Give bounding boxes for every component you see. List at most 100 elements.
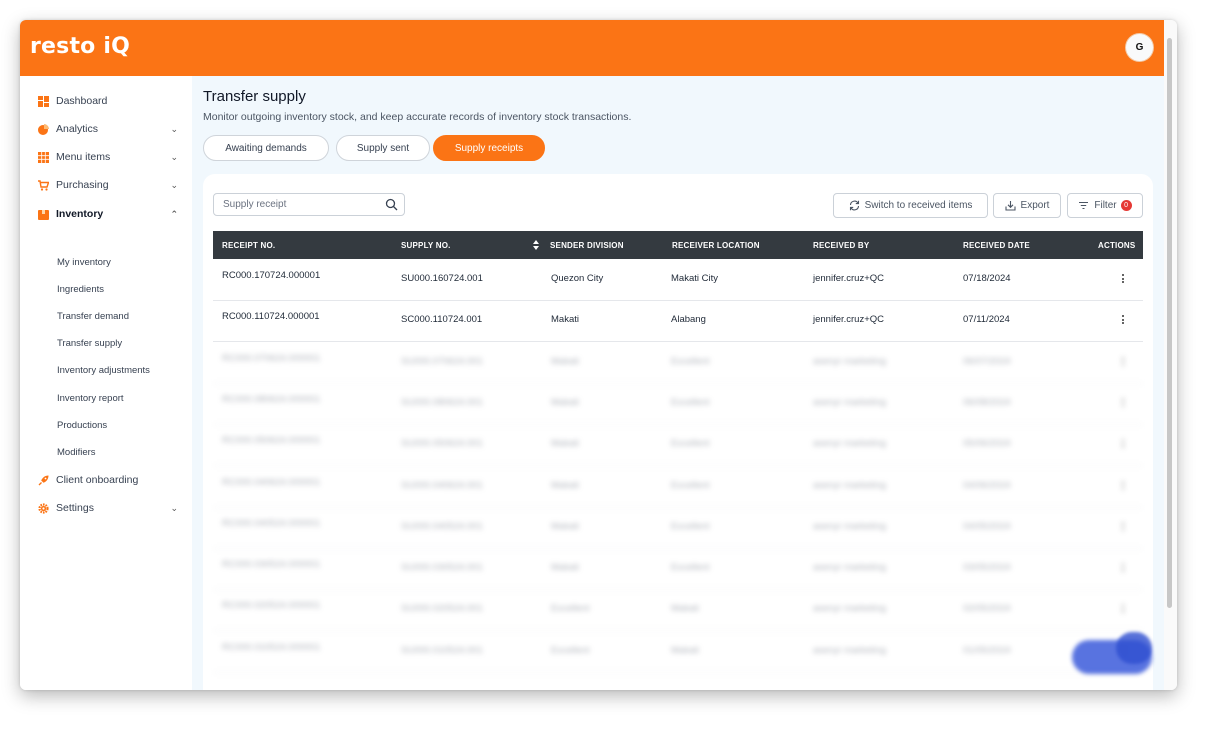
sidebar-item-label: Menu items: [56, 151, 111, 163]
col-actions: ACTIONS: [1098, 241, 1136, 250]
table-cell: asenyr marketing: [813, 355, 886, 367]
sidebar-item-menu-items[interactable]: Menu items ⌄: [38, 147, 178, 167]
chevron-down-icon: ⌄: [170, 502, 178, 513]
table-cell: RC000.040624.000001: [222, 476, 321, 488]
app-logo[interactable]: resto iQ: [30, 34, 130, 59]
table-cell: Excellent: [671, 520, 710, 532]
switch-to-received-items-button[interactable]: Switch to received items: [833, 193, 988, 218]
sidebar-subitem-transfer-demand[interactable]: Transfer demand: [57, 311, 129, 322]
table-cell: Makati: [551, 438, 579, 450]
table-row[interactable]: RC000.030524.000001 SU000.030524.001 Makat…: [213, 548, 1143, 591]
table-row[interactable]: RC000.080624.000001 SU000.080624.001 Makat…: [213, 383, 1143, 425]
row-actions-menu-icon[interactable]: [1122, 439, 1124, 450]
sidebar-item-dashboard[interactable]: Dashboard: [38, 91, 178, 111]
table-row[interactable]: RC000.040524.000001 SU000.040524.001 Makat…: [213, 507, 1143, 549]
row-actions-menu-icon[interactable]: [1122, 397, 1124, 409]
table-row[interactable]: RC000.110724.000001 SC000.110724.001 Makat…: [213, 300, 1143, 343]
sidebar-item-label: Settings: [56, 502, 94, 514]
sidebar-subitem-inventory-adjustments[interactable]: Inventory adjustments: [57, 365, 150, 376]
table-cell: SU000.040624.001: [401, 479, 483, 491]
table-cell: Excellent: [551, 644, 590, 656]
table-row[interactable]: RC000.170724.000001 SU000.160724.001 Quezo…: [213, 259, 1143, 301]
sidebar-subitem-ingredients[interactable]: Ingredients: [57, 284, 104, 295]
table-cell: RC000.010524.000001: [222, 641, 321, 653]
cart-icon: [38, 179, 49, 191]
tab-supply-receipts[interactable]: Supply receipts: [433, 135, 545, 161]
table-row[interactable]: RC000.070624.000001 SU000.070624.001 Makat…: [213, 342, 1143, 384]
table-cell: RC000.050624.000001: [222, 435, 321, 447]
table-cell: 05/06/2024: [963, 438, 1011, 450]
sidebar-subitem-transfer-supply[interactable]: Transfer supply: [57, 338, 122, 349]
sidebar-subitem-productions[interactable]: Productions: [57, 420, 107, 431]
tab-awaiting-demands[interactable]: Awaiting demands: [203, 135, 329, 161]
sidebar-subitem-my-inventory[interactable]: My inventory: [57, 257, 111, 268]
sidebar-item-label: Dashboard: [56, 95, 108, 107]
filter-button[interactable]: Filter 0: [1067, 193, 1143, 218]
col-receiver-location[interactable]: RECEIVER LOCATION: [672, 241, 760, 250]
filter-label: Filter: [1094, 200, 1117, 211]
tab-supply-sent[interactable]: Supply sent: [336, 135, 430, 161]
gear-icon: [38, 502, 49, 514]
table-cell: Makati: [551, 562, 579, 574]
row-actions-menu-icon[interactable]: [1122, 563, 1124, 574]
switch-label: Switch to received items: [864, 200, 973, 211]
row-actions-menu-icon[interactable]: [1122, 356, 1124, 368]
sidebar-item-inventory[interactable]: Inventory ⌃: [38, 204, 178, 224]
table-row[interactable]: RC000.010524.000001 SU000.010524.001 Excel…: [213, 631, 1143, 673]
sidebar-item-label: Inventory: [56, 208, 104, 220]
table-cell: Excellent: [671, 562, 710, 574]
search-icon[interactable]: [385, 198, 398, 211]
table-cell: Quezon City: [551, 273, 604, 284]
col-received-by[interactable]: RECEIVED BY: [813, 241, 869, 250]
table-cell: asenyr marketing: [813, 562, 886, 574]
table-cell: SU000.040524.001: [401, 520, 483, 532]
col-receipt-no[interactable]: RECEIPT NO.: [222, 241, 275, 250]
main-content: Transfer supply Monitor outgoing invento…: [192, 76, 1164, 690]
sidebar-item-purchasing[interactable]: Purchasing ⌄: [38, 175, 178, 195]
sidebar-item-label: Purchasing: [56, 179, 109, 191]
row-actions-menu-icon[interactable]: [1122, 521, 1124, 533]
table-row[interactable]: RC000.020524.000001 SU000.020524.001 Excel…: [213, 589, 1143, 632]
col-supply-no[interactable]: SUPPLY NO.: [401, 241, 451, 250]
row-actions-menu-icon[interactable]: [1122, 604, 1124, 615]
help-chat-bubble[interactable]: [1116, 632, 1152, 664]
row-actions-menu-icon[interactable]: [1122, 480, 1124, 492]
sidebar-item-settings[interactable]: Settings ⌄: [38, 498, 178, 518]
table-cell: SU000.070624.001: [401, 355, 483, 367]
sidebar-subitem-inventory-report[interactable]: Inventory report: [57, 393, 124, 404]
sidebar-subitem-modifiers[interactable]: Modifiers: [57, 447, 96, 458]
table-cell: RC000.040524.000001: [222, 517, 321, 529]
table-cell: Makati: [671, 603, 699, 615]
sidebar-item-label: Client onboarding: [56, 474, 139, 486]
grid-icon: [38, 151, 49, 163]
table-cell: RC000.170724.000001: [222, 270, 321, 281]
table-cell: 07/11/2024: [963, 314, 1010, 326]
table-cell: asenyr marketing: [813, 520, 886, 532]
sort-icon[interactable]: [533, 240, 539, 250]
download-icon: [1004, 201, 1016, 211]
search-placeholder: Supply receipt: [223, 199, 287, 210]
user-avatar[interactable]: G: [1126, 34, 1153, 61]
col-sender-division[interactable]: SENDER DIVISION: [550, 241, 624, 250]
table-cell: jennifer.cruz+QC: [813, 273, 885, 284]
table-cell: Excellent: [671, 438, 710, 450]
row-actions-menu-icon[interactable]: [1122, 274, 1124, 285]
table-row[interactable]: RC000.050624.000001 SU000.050624.001 Makat…: [213, 424, 1143, 467]
col-received-date[interactable]: RECEIVED DATE: [963, 241, 1030, 250]
page-scrollbar-thumb[interactable]: [1167, 38, 1172, 608]
table-cell: Excellent: [671, 355, 710, 367]
table-cell: 06/08/2024: [963, 396, 1011, 408]
table-cell: RC000.070624.000001: [222, 352, 321, 364]
table-cell: Makati: [551, 479, 579, 491]
export-button[interactable]: Export: [993, 193, 1061, 218]
search-input[interactable]: Supply receipt: [213, 193, 405, 216]
table-row[interactable]: RC000.040624.000001 SU000.040624.001 Makat…: [213, 466, 1143, 508]
sidebar: Dashboard Analytics ⌄ Menu items ⌄ Purch…: [20, 76, 192, 690]
table-cell: Makati: [551, 355, 579, 367]
sidebar-item-client-onboarding[interactable]: Client onboarding: [38, 470, 178, 490]
filter-icon: [1079, 201, 1089, 210]
rocket-icon: [38, 475, 49, 485]
row-actions-menu-icon[interactable]: [1122, 315, 1124, 326]
table-cell: 07/18/2024: [963, 273, 1011, 284]
sidebar-item-analytics[interactable]: Analytics ⌄: [38, 119, 178, 139]
